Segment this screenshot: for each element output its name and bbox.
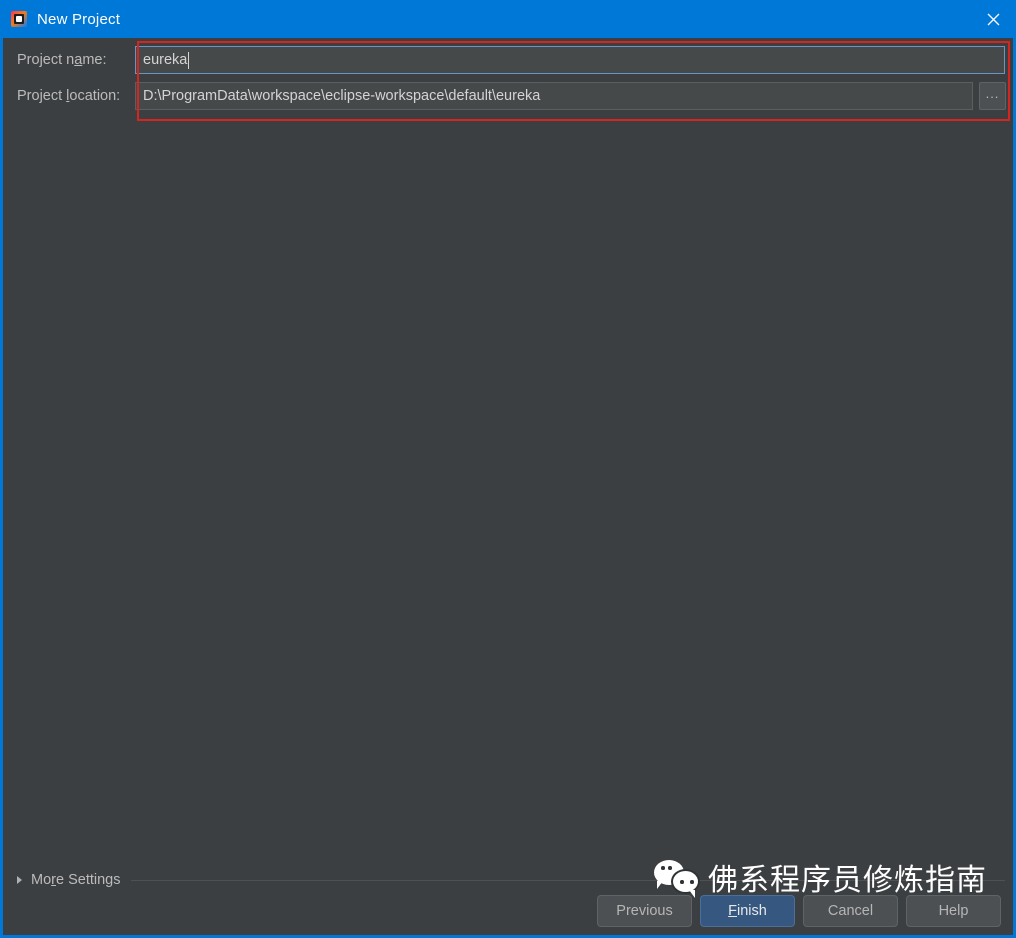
new-project-dialog: New Project Project name: eureka Project… — [0, 0, 1016, 938]
more-settings-section[interactable]: More Settings — [17, 872, 1005, 888]
project-location-row: Project location: D:\ProgramData\workspa… — [17, 82, 1006, 110]
project-name-label: Project name: — [17, 52, 107, 68]
finish-button[interactable]: Finish — [700, 895, 795, 927]
project-location-label: Project location: — [17, 88, 121, 104]
dialog-button-bar: Previous Finish Cancel Help — [597, 895, 1001, 927]
window-controls — [970, 0, 1016, 38]
section-divider — [130, 879, 1005, 881]
project-name-value: eureka — [143, 52, 188, 68]
cancel-button[interactable]: Cancel — [803, 895, 898, 927]
window-title: New Project — [37, 10, 121, 28]
text-caret — [188, 51, 190, 69]
title-bar: New Project — [0, 0, 1016, 38]
browse-button[interactable]: ... — [979, 82, 1006, 110]
wechat-eye — [668, 866, 672, 870]
help-button[interactable]: Help — [906, 895, 1001, 927]
project-name-row: Project name: eureka — [17, 46, 1005, 74]
dialog-body: Project name: eureka Project location: D… — [3, 38, 1013, 935]
intellij-idea-icon — [11, 11, 27, 27]
wechat-eye — [661, 866, 665, 870]
more-settings-label: More Settings — [31, 872, 121, 888]
project-location-input[interactable]: D:\ProgramData\workspace\eclipse-workspa… — [135, 82, 973, 110]
project-location-value: D:\ProgramData\workspace\eclipse-workspa… — [143, 88, 541, 104]
project-name-input[interactable]: eureka — [135, 46, 1005, 74]
previous-button[interactable]: Previous — [597, 895, 692, 927]
close-icon[interactable] — [970, 0, 1016, 38]
chevron-right-icon — [17, 876, 22, 884]
